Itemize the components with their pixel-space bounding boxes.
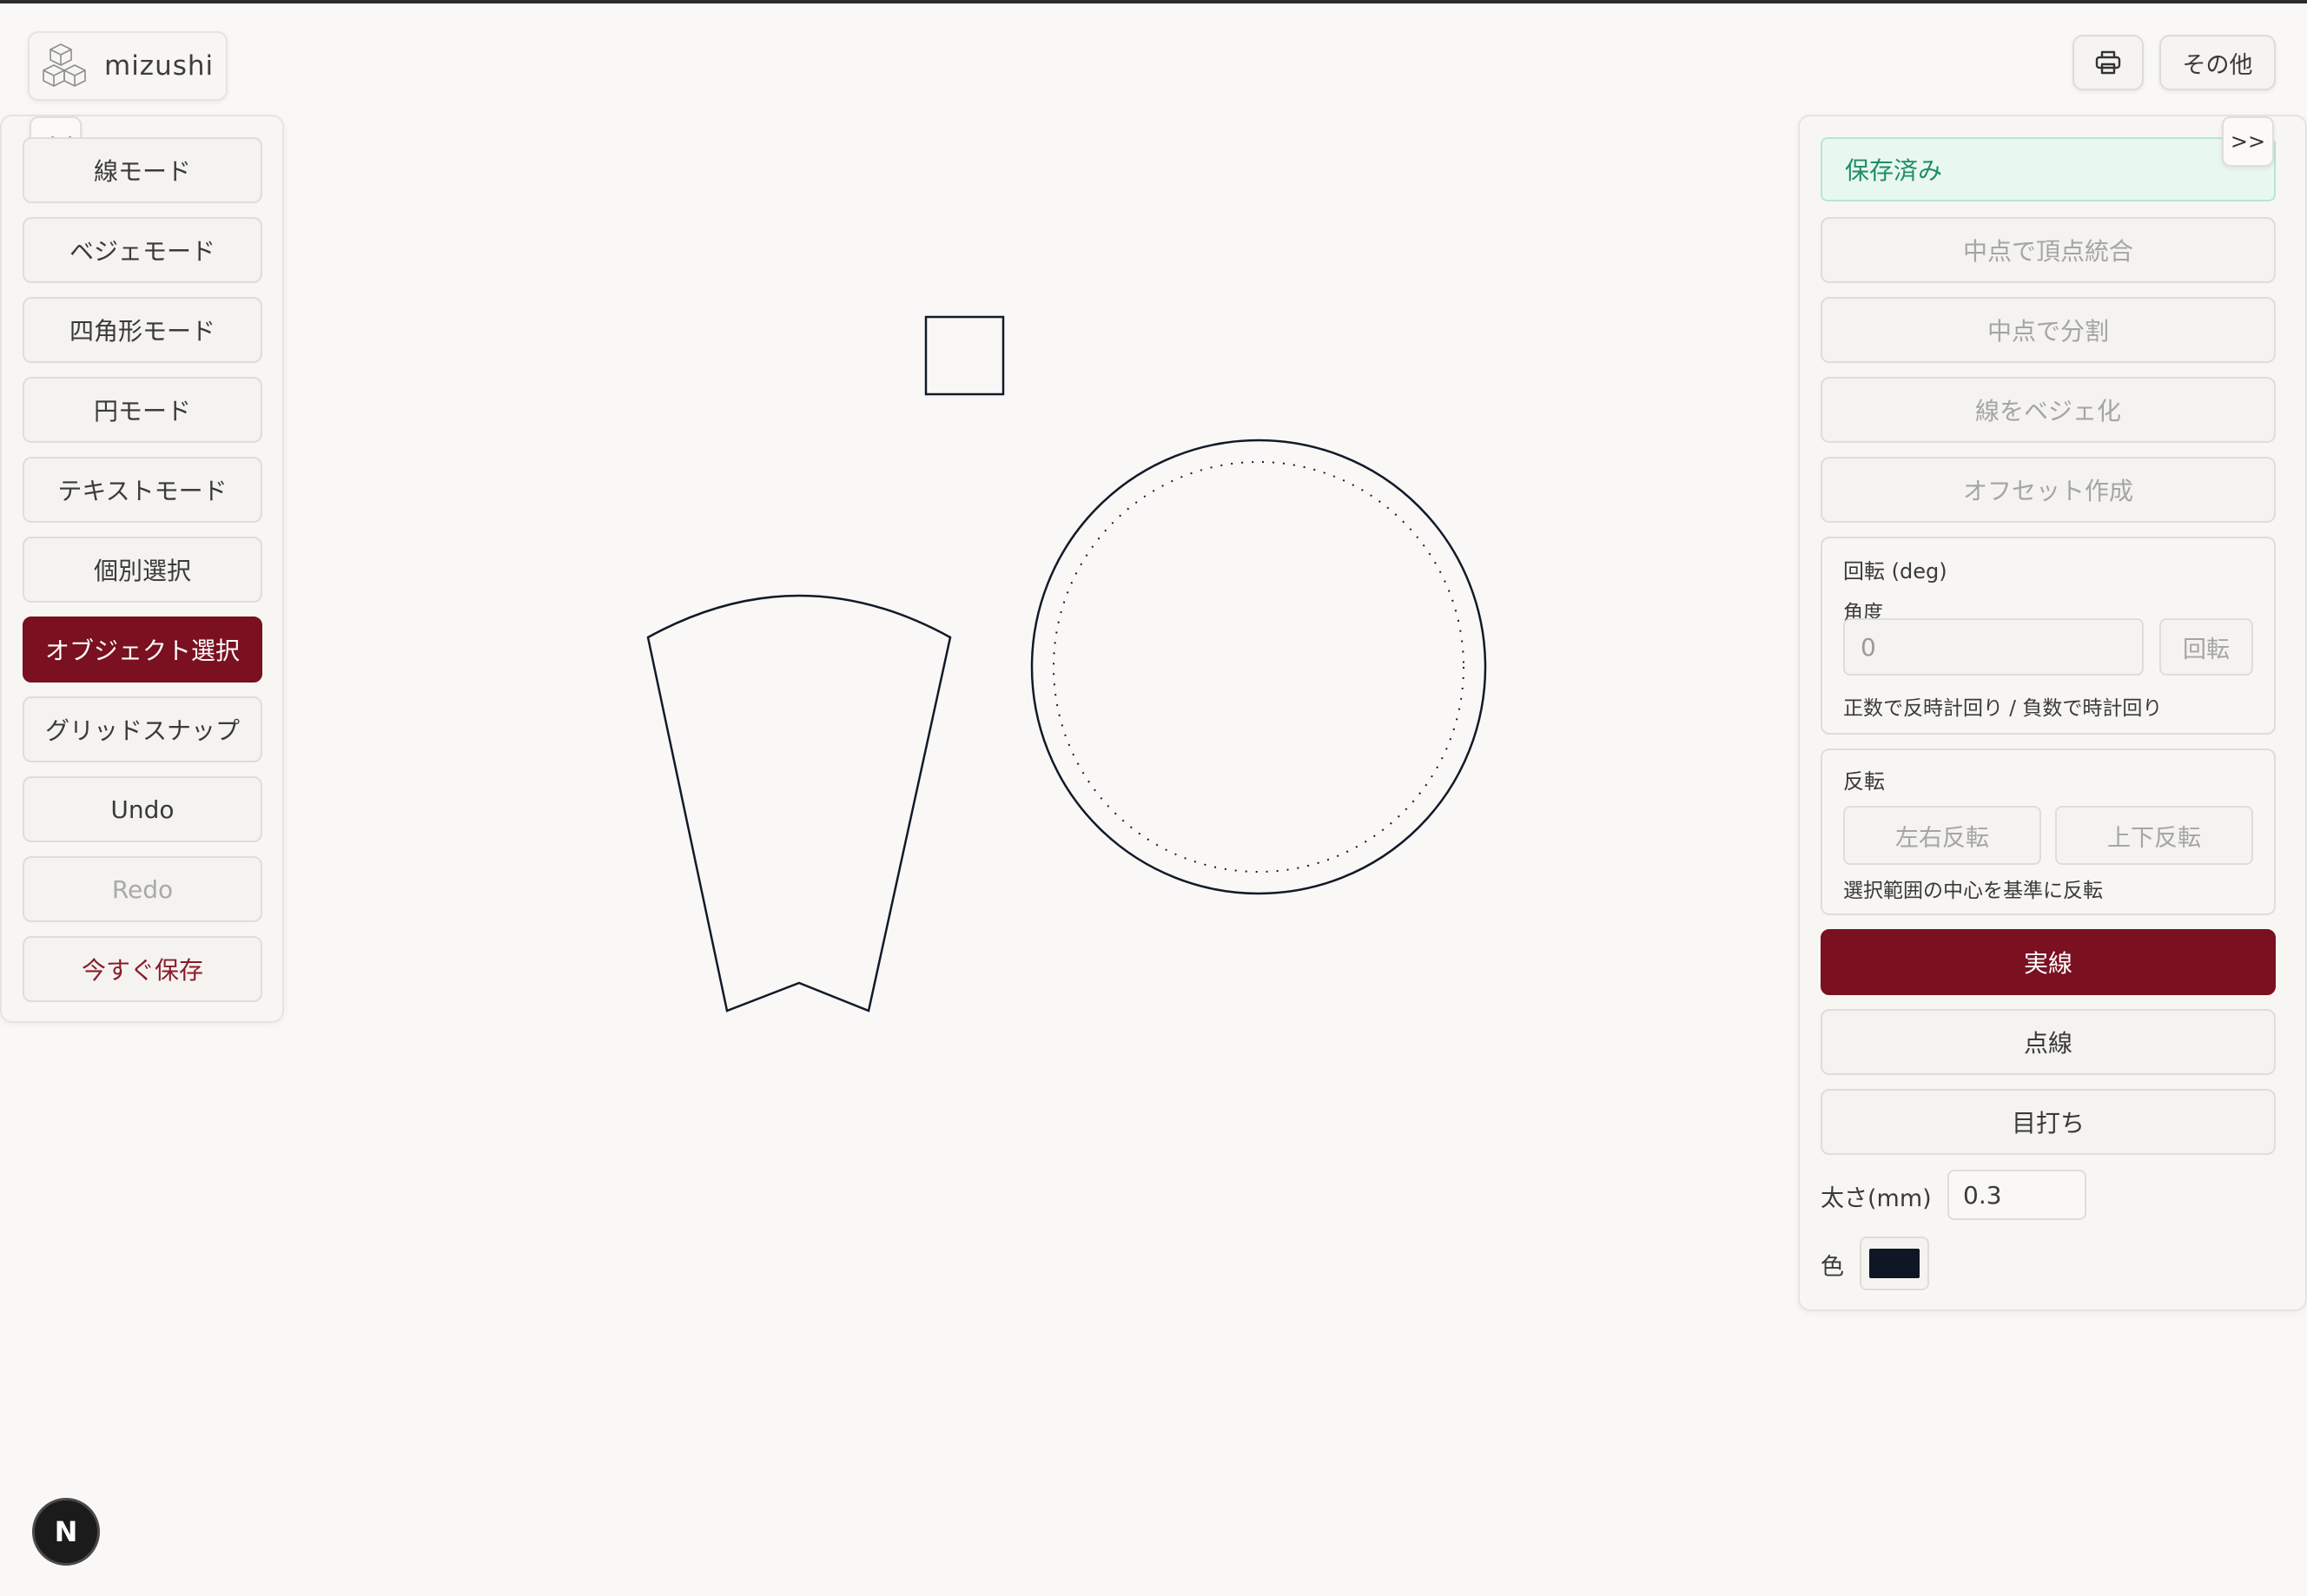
- dashed-line-button[interactable]: 点線: [1821, 1009, 2276, 1075]
- merge-vertices-button[interactable]: 中点で頂点統合: [1821, 217, 2276, 283]
- undo-button[interactable]: Undo: [23, 776, 262, 842]
- rect-mode-button[interactable]: 四角形モード: [23, 297, 262, 363]
- bezier-mode-button[interactable]: ベジェモード: [23, 217, 262, 283]
- thickness-input[interactable]: 0.3: [1947, 1170, 2086, 1220]
- flip-horizontal-button[interactable]: 左右反転: [1843, 806, 2041, 865]
- color-label: 色: [1821, 1254, 1844, 1281]
- circle-mode-button[interactable]: 円モード: [23, 377, 262, 443]
- save-now-button[interactable]: 今すぐ保存: [23, 936, 262, 1002]
- flip-group: 反転 左右反転 上下反転 選択範囲の中心を基準に反転: [1821, 749, 2276, 915]
- object-select-button[interactable]: オブジェクト選択: [23, 617, 262, 683]
- individual-select-button[interactable]: 個別選択: [23, 537, 262, 603]
- rotate-button[interactable]: 回転: [2159, 618, 2253, 676]
- save-status-badge: 保存済み: [1821, 137, 2276, 201]
- line-mode-button[interactable]: 線モード: [23, 137, 262, 203]
- square-shape[interactable]: [924, 315, 1005, 396]
- flip-vertical-button[interactable]: 上下反転: [2055, 806, 2253, 865]
- convert-bezier-button[interactable]: 線をベジェ化: [1821, 377, 2276, 443]
- redo-button[interactable]: Redo: [23, 856, 262, 922]
- flip-hint: 選択範囲の中心を基準に反転: [1843, 880, 2103, 902]
- color-picker[interactable]: [1860, 1237, 1929, 1290]
- color-swatch: [1869, 1249, 1920, 1278]
- rotate-group: 回転 (deg) 角度 0 回転 正数で反時計回り / 負数で時計回り: [1821, 537, 2276, 735]
- inner-dashed-circle-shape[interactable]: [1053, 461, 1464, 873]
- outer-circle-shape[interactable]: [1030, 439, 1487, 895]
- dev-badge[interactable]: N: [32, 1498, 100, 1566]
- text-mode-button[interactable]: テキストモード: [23, 457, 262, 523]
- collapse-right-button[interactable]: >>: [2222, 116, 2274, 167]
- rotate-title: 回転 (deg): [1843, 559, 1947, 584]
- solid-line-button[interactable]: 実線: [1821, 929, 2276, 995]
- rotate-hint: 正数で反時計回り / 負数で時計回り: [1843, 697, 2163, 720]
- thickness-label: 太さ(mm): [1821, 1185, 1932, 1212]
- stitch-line-button[interactable]: 目打ち: [1821, 1089, 2276, 1155]
- grid-snap-button[interactable]: グリッドスナップ: [23, 696, 262, 762]
- angle-input[interactable]: 0: [1843, 618, 2144, 676]
- flip-title: 反転: [1843, 769, 1885, 794]
- fan-shape[interactable]: [646, 594, 952, 1012]
- create-offset-button[interactable]: オフセット作成: [1821, 457, 2276, 523]
- split-midpoint-button[interactable]: 中点で分割: [1821, 297, 2276, 363]
